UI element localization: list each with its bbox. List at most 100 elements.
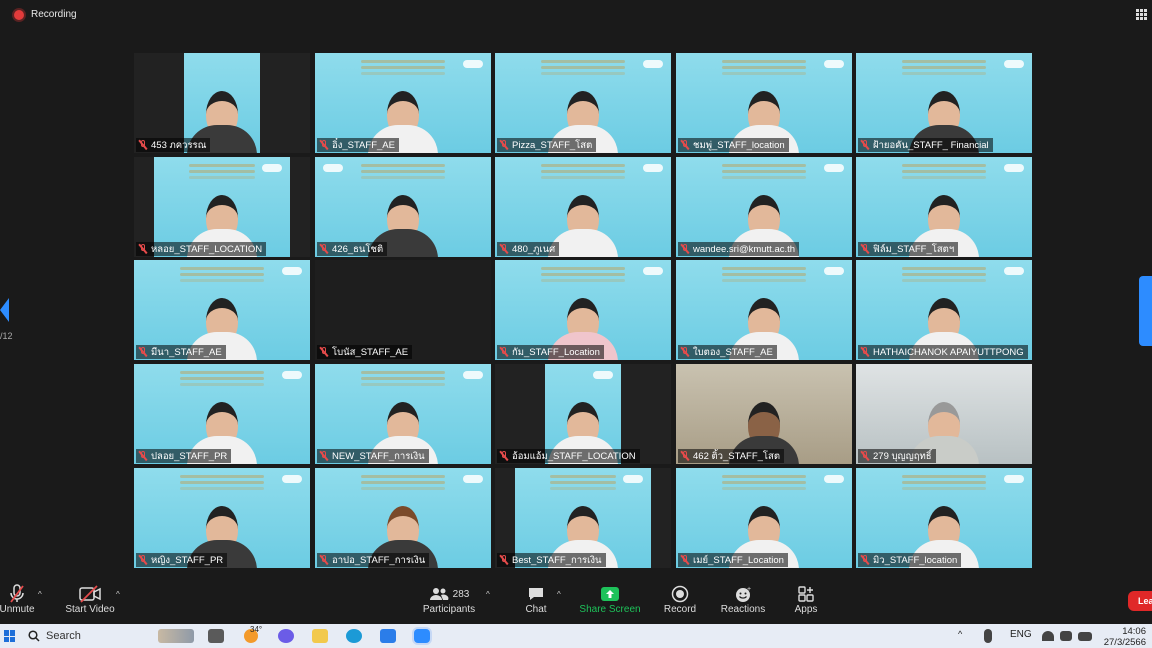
participant-name: กัม_STAFF_Location — [512, 346, 600, 358]
video-off-icon — [78, 584, 102, 604]
mic-muted-icon — [139, 555, 147, 565]
video-tile[interactable]: Best_STAFF_การเงิน — [495, 468, 671, 568]
participant-name: ใบตอง_STAFF_AE — [693, 346, 773, 358]
video-tile[interactable]: HATHAICHANOK APAIYUTTPONG — [856, 260, 1032, 360]
chat-label: Chat — [525, 604, 547, 615]
mic-muted-icon — [500, 451, 508, 461]
mic-muted-icon — [139, 244, 147, 254]
microphone-muted-icon — [8, 584, 26, 604]
video-tile[interactable]: wandee.sri@kmutt.ac.th — [676, 157, 852, 257]
chat-options-caret-icon[interactable]: ^ — [557, 590, 561, 599]
windows-taskbar: Search 34° ^ ENG 14:06 27/3/2566 — [0, 624, 1152, 648]
video-tile[interactable]: Pizza_STAFF_โสต — [495, 53, 671, 153]
file-explorer-icon[interactable] — [312, 629, 328, 643]
video-tile[interactable]: มีนา_STAFF_AE — [134, 260, 310, 360]
mic-muted-icon — [320, 244, 328, 254]
mic-muted-icon — [861, 555, 869, 565]
participant-name: ปลอย_STAFF_PR — [151, 450, 228, 462]
video-tile[interactable]: กัม_STAFF_Location — [495, 260, 671, 360]
recording-dot-icon — [14, 9, 24, 20]
video-tile[interactable]: เมย์_STAFF_Location — [676, 468, 852, 568]
audio-options-caret-icon[interactable]: ^ — [38, 590, 42, 599]
video-tile[interactable]: หลอย_STAFF_LOCATION — [134, 157, 310, 257]
mic-muted-icon — [139, 451, 147, 461]
apps-label: Apps — [794, 604, 818, 615]
video-tile[interactable]: ฟิล์ม_STAFF_โสตฯ — [856, 157, 1032, 257]
battery-icon[interactable] — [1078, 632, 1092, 641]
participants-button[interactable]: 283 Participants — [420, 584, 478, 615]
participant-name: ชมพู่_STAFF_location — [693, 139, 785, 151]
gallery-view-icon[interactable] — [1136, 9, 1147, 20]
participants-count: 283 — [452, 588, 470, 600]
start-video-button[interactable]: Start Video — [62, 584, 118, 615]
edge-browser-icon[interactable] — [346, 629, 362, 643]
mic-muted-icon — [500, 140, 508, 150]
mic-muted-icon — [139, 140, 147, 150]
mic-muted-icon — [681, 555, 689, 565]
participant-name: มีนา_STAFF_AE — [151, 346, 222, 358]
video-options-caret-icon[interactable]: ^ — [116, 590, 120, 599]
microphone-tray-icon[interactable] — [984, 629, 992, 643]
participant-name: 453 ภควรรณ — [151, 139, 207, 151]
taskbar-clock[interactable]: 14:06 27/3/2566 — [1104, 626, 1146, 648]
clock-time: 14:06 — [1122, 626, 1146, 637]
previous-page-arrow-icon[interactable] — [0, 298, 9, 322]
unmute-label: Unmute — [0, 604, 35, 615]
apps-button[interactable]: Apps — [790, 584, 822, 615]
unmute-button[interactable]: Unmute — [0, 584, 35, 615]
participant-name: อ้อมแอ้ม_STAFF_LOCATION — [512, 450, 636, 462]
video-tile[interactable]: NEW_STAFF_การเงิน — [315, 364, 491, 464]
participants-options-caret-icon[interactable]: ^ — [486, 590, 490, 599]
search-icon — [28, 630, 40, 642]
chat-button[interactable]: Chat — [520, 584, 552, 615]
video-tile[interactable]: อิ๋ง_STAFF_AE — [315, 53, 491, 153]
mic-muted-icon — [861, 244, 869, 254]
reactions-button[interactable]: + Reactions — [718, 584, 768, 615]
video-tile[interactable]: 279 บุญญฤทธิ์ — [856, 364, 1032, 464]
video-tile[interactable]: 480_ภูเนศ — [495, 157, 671, 257]
video-tile[interactable]: ใบตอง_STAFF_AE — [676, 260, 852, 360]
video-tile[interactable]: มิว_STAFF_location — [856, 468, 1032, 568]
share-screen-icon — [600, 584, 620, 604]
next-page-button[interactable] — [1139, 276, 1152, 346]
microsoft-store-icon[interactable] — [380, 629, 396, 643]
taskbar-city-widget-icon[interactable] — [158, 629, 194, 643]
participant-name: 279 บุญญฤทธิ์ — [873, 450, 932, 462]
participant-name: หลอย_STAFF_LOCATION — [151, 243, 263, 255]
video-tile[interactable]: 462 ติ้ว_STAFF_โสต — [676, 364, 852, 464]
share-screen-button[interactable]: Share Screen — [578, 584, 642, 615]
mic-muted-icon — [861, 347, 869, 357]
teams-chat-icon[interactable] — [278, 629, 294, 643]
video-tile[interactable]: ฝ้ายอคัน_STAFF_ Financial — [856, 53, 1032, 153]
input-language[interactable]: ENG — [1010, 629, 1032, 640]
participant-name: Pizza_STAFF_โสต — [512, 139, 593, 151]
video-tile[interactable]: ชมพู่_STAFF_location — [676, 53, 852, 153]
mic-muted-icon — [500, 555, 508, 565]
zoom-app-icon[interactable] — [414, 629, 430, 643]
participant-name: wandee.sri@kmutt.ac.th — [693, 243, 796, 255]
video-tile[interactable]: 426_ธนโชติ — [315, 157, 491, 257]
mic-muted-icon — [500, 244, 508, 254]
video-tile[interactable]: อาปอ_STAFF_การเงิน — [315, 468, 491, 568]
recording-indicator[interactable]: Recording — [14, 9, 77, 20]
video-tile[interactable]: ปลอย_STAFF_PR — [134, 364, 310, 464]
mic-muted-icon — [320, 347, 328, 357]
wifi-icon[interactable] — [1042, 631, 1054, 641]
participant-name: ฟิล์ม_STAFF_โสตฯ — [873, 243, 955, 255]
windows-start-icon[interactable] — [4, 630, 16, 642]
participant-name: หญิง_STAFF_PR — [151, 554, 224, 566]
show-hidden-icons-chevron-icon[interactable]: ^ — [958, 629, 962, 639]
leave-button[interactable]: Leave — [1128, 591, 1152, 611]
task-view-icon[interactable] — [208, 629, 224, 643]
video-tile[interactable]: อ้อมแอ้ม_STAFF_LOCATION — [495, 364, 671, 464]
recording-label: Recording — [31, 9, 77, 20]
video-tile[interactable]: โบนัส_STAFF_AE — [315, 260, 491, 360]
volume-muted-icon[interactable] — [1060, 631, 1072, 641]
record-button[interactable]: Record — [660, 584, 700, 615]
video-tile[interactable]: หญิง_STAFF_PR — [134, 468, 310, 568]
video-tile[interactable]: 453 ภควรรณ — [134, 53, 310, 153]
share-screen-label: Share Screen — [579, 604, 641, 615]
mic-muted-icon — [861, 140, 869, 150]
clock-date: 27/3/2566 — [1103, 637, 1146, 648]
participant-name: มิว_STAFF_location — [873, 554, 958, 566]
